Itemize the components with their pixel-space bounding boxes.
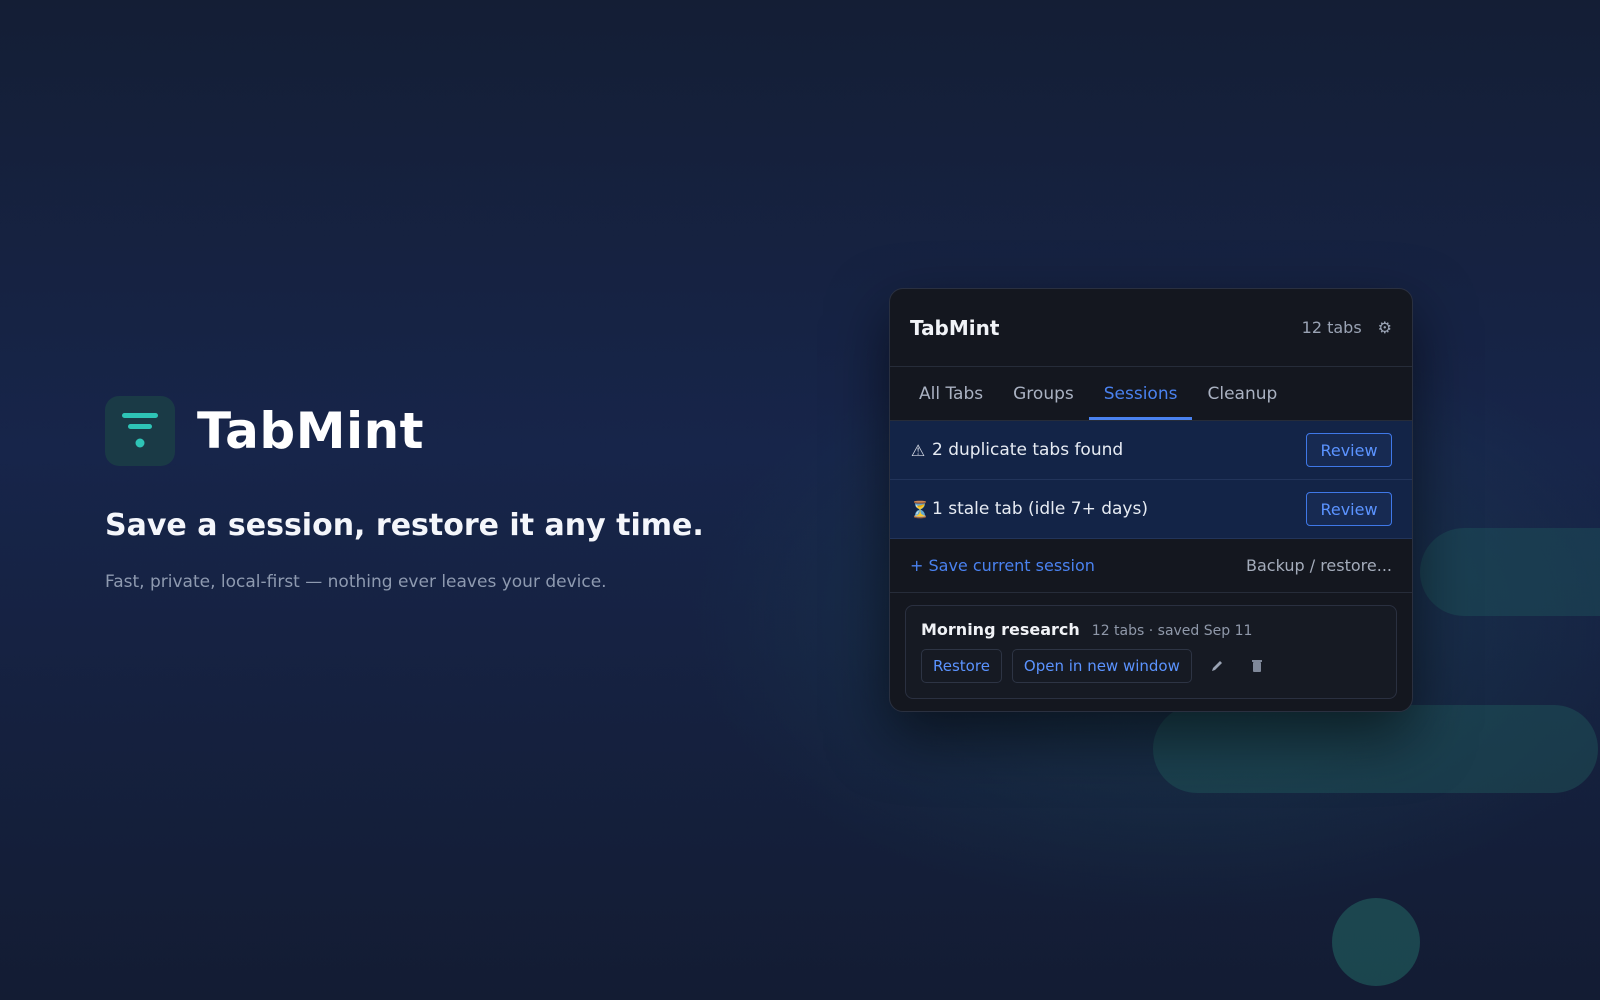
- extension-popup: TabMint 12 tabs ⚙ All Tabs Groups Sessio…: [889, 288, 1413, 712]
- warning-icon: ⚠: [910, 440, 926, 460]
- session-name: Morning research: [921, 620, 1080, 639]
- subline: Fast, private, local-first — nothing eve…: [105, 572, 607, 592]
- open-new-window-button[interactable]: Open in new window: [1011, 649, 1192, 683]
- alert-text: 2 duplicate tabs found: [932, 440, 1124, 460]
- alert-message: ⚠ 2 duplicate tabs found: [910, 440, 1123, 460]
- header-right: 12 tabs ⚙: [1302, 318, 1392, 337]
- duplicate-tabs-alert: ⚠ 2 duplicate tabs found Review: [890, 421, 1412, 480]
- review-duplicates-button[interactable]: Review: [1306, 433, 1392, 467]
- alert-message: ⏳ 1 stale tab (idle 7+ days): [910, 499, 1148, 519]
- headline: Save a session, restore it any time.: [105, 508, 704, 543]
- trash-icon[interactable]: [1242, 651, 1272, 681]
- tab-groups[interactable]: Groups: [998, 367, 1089, 420]
- popup-header: TabMint 12 tabs ⚙: [890, 289, 1412, 367]
- hourglass-icon: ⏳: [910, 499, 930, 519]
- logo-filter-icon: [105, 396, 175, 466]
- popup-title: TabMint: [910, 315, 1000, 340]
- brand-name: TabMint: [197, 402, 425, 460]
- session-meta: 12 tabs · saved Sep 11: [1091, 623, 1253, 639]
- tab-sessions[interactable]: Sessions: [1088, 367, 1193, 420]
- tab-count: 12 tabs: [1301, 318, 1362, 337]
- alert-text: 1 stale tab (idle 7+ days): [932, 499, 1148, 519]
- gear-icon[interactable]: ⚙: [1378, 318, 1392, 337]
- backup-restore-link[interactable]: Backup / restore...: [1246, 556, 1392, 575]
- session-title-row: Morning research 12 tabs · saved Sep 11: [921, 620, 1381, 639]
- stale-tab-alert: ⏳ 1 stale tab (idle 7+ days) Review: [890, 480, 1412, 539]
- hero-section: TabMint Save a session, restore it any t…: [105, 396, 745, 592]
- brand: TabMint: [105, 396, 745, 466]
- tab-all-tabs[interactable]: All Tabs: [904, 367, 998, 420]
- session-card-actions: Restore Open in new window: [921, 649, 1381, 683]
- review-stale-button[interactable]: Review: [1306, 492, 1392, 526]
- save-current-session-link[interactable]: + Save current session: [910, 556, 1095, 575]
- tab-cleanup[interactable]: Cleanup: [1192, 367, 1292, 420]
- background-shape: [1420, 528, 1600, 616]
- session-card: Morning research 12 tabs · saved Sep 11 …: [905, 605, 1397, 699]
- background-shape: [1153, 705, 1598, 793]
- popup-tabs: All Tabs Groups Sessions Cleanup: [890, 367, 1412, 421]
- restore-button[interactable]: Restore: [921, 649, 1002, 683]
- background-circle: [1332, 898, 1420, 986]
- pencil-icon[interactable]: [1202, 651, 1232, 681]
- session-actions-row: + Save current session Backup / restore.…: [890, 539, 1412, 593]
